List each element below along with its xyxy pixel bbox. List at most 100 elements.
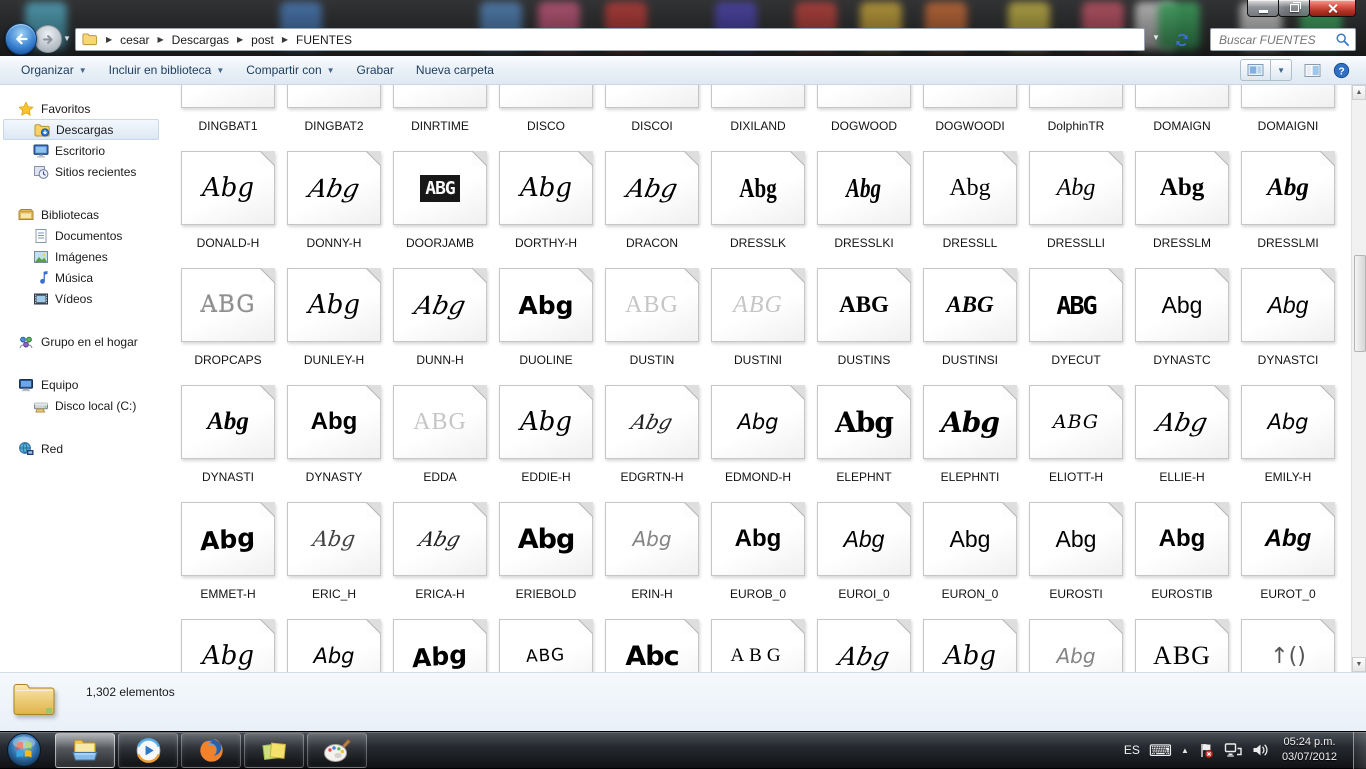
font-file-label[interactable]: DYECUT bbox=[1023, 353, 1129, 367]
font-file-tile[interactable]: Abg bbox=[923, 385, 1017, 459]
sidebar-group-header-grupo-en-el-hogar[interactable]: Grupo en el hogar bbox=[0, 331, 165, 352]
volume-icon[interactable] bbox=[1252, 742, 1269, 758]
scroll-up-button[interactable]: ▲ bbox=[1352, 85, 1366, 100]
vertical-scrollbar[interactable]: ▲ ▼ bbox=[1351, 85, 1366, 672]
font-file-tile[interactable]: Abg bbox=[287, 619, 381, 672]
font-file-tile[interactable]: Abg bbox=[499, 502, 593, 576]
breadcrumb-item-fuentes[interactable]: FUENTES bbox=[296, 33, 352, 47]
sidebar-item-m-sica[interactable]: Música bbox=[3, 267, 159, 288]
font-file-tile[interactable]: ABG bbox=[923, 268, 1017, 342]
font-file-tile[interactable]: Abg bbox=[1241, 502, 1335, 576]
breadcrumb-item-post[interactable]: post bbox=[251, 33, 274, 47]
font-file-label[interactable]: DOGWOOD bbox=[811, 119, 917, 133]
font-file-tile[interactable]: Abg bbox=[605, 502, 699, 576]
font-file-tile[interactable]: ABG bbox=[499, 619, 593, 672]
font-file-tile[interactable]: ABG bbox=[1135, 619, 1229, 672]
font-file-label[interactable]: DUOLINE bbox=[493, 353, 599, 367]
font-file-label[interactable]: DRESSLM bbox=[1129, 236, 1235, 250]
font-file-label[interactable]: DUSTIN bbox=[599, 353, 705, 367]
font-file-tile[interactable]: Abg bbox=[393, 619, 487, 672]
help-button[interactable]: ? bbox=[1333, 62, 1350, 79]
hidden-icons-arrow[interactable]: ▲ bbox=[1181, 746, 1189, 755]
address-bar[interactable]: ▶ cesar ▶ Descargas ▶ post ▶ FUENTES bbox=[75, 28, 1145, 51]
font-file-tile[interactable]: Abg bbox=[817, 502, 911, 576]
font-file-tile[interactable]: Abg bbox=[1241, 385, 1335, 459]
toolbar-button-nueva-carpeta[interactable]: Nueva carpeta bbox=[405, 59, 505, 81]
font-file-label[interactable]: DONNY-H bbox=[281, 236, 387, 250]
show-desktop-button[interactable] bbox=[1353, 731, 1366, 769]
font-file-label[interactable]: DRESSLK bbox=[705, 236, 811, 250]
network-icon[interactable] bbox=[1224, 742, 1243, 758]
font-file-label[interactable]: EMILY-H bbox=[1235, 470, 1341, 484]
font-file-tile[interactable]: Abg bbox=[711, 385, 805, 459]
font-file-tile[interactable]: ABG bbox=[393, 385, 487, 459]
font-file-label[interactable]: EDDIE-H bbox=[493, 470, 599, 484]
font-file-tile[interactable]: Abg bbox=[1135, 268, 1229, 342]
font-file-label[interactable]: DUSTINSI bbox=[917, 353, 1023, 367]
font-file-label[interactable]: DUSTINI bbox=[705, 353, 811, 367]
breadcrumb-item-descargas[interactable]: Descargas bbox=[172, 33, 229, 47]
font-file-tile[interactable]: Abg bbox=[711, 151, 805, 225]
font-file-tile[interactable]: ABG bbox=[1029, 268, 1123, 342]
font-file-label[interactable]: ERIEBOLD bbox=[493, 587, 599, 601]
font-file-tile[interactable]: Abg bbox=[711, 502, 805, 576]
sidebar-item-escritorio[interactable]: Escritorio bbox=[3, 140, 159, 161]
sidebar-item-descargas[interactable]: Descargas bbox=[3, 119, 159, 140]
font-file-tile[interactable] bbox=[1135, 85, 1229, 108]
font-file-tile[interactable]: Abg bbox=[923, 502, 1017, 576]
font-file-label[interactable]: ELEPHNTI bbox=[917, 470, 1023, 484]
search-icon[interactable] bbox=[1335, 32, 1355, 47]
font-file-label[interactable]: EDGRTN-H bbox=[599, 470, 705, 484]
font-file-tile[interactable]: Abg bbox=[287, 151, 381, 225]
minimize-button[interactable] bbox=[1247, 0, 1279, 17]
font-file-tile[interactable]: Abg bbox=[393, 268, 487, 342]
font-file-tile[interactable] bbox=[1029, 85, 1123, 108]
font-file-label[interactable]: DINRTIME bbox=[387, 119, 493, 133]
scrollbar-thumb[interactable] bbox=[1354, 255, 1366, 352]
font-file-label[interactable]: DRESSLL bbox=[917, 236, 1023, 250]
font-file-tile[interactable] bbox=[393, 85, 487, 108]
font-file-label[interactable]: ELLIE-H bbox=[1129, 470, 1235, 484]
views-dropdown-icon[interactable]: ▼ bbox=[1270, 60, 1291, 80]
font-file-label[interactable]: DIXILAND bbox=[705, 119, 811, 133]
taskbar-button-media-player[interactable] bbox=[118, 732, 178, 768]
sidebar-item-v-deos[interactable]: Vídeos bbox=[3, 288, 159, 309]
font-file-label[interactable]: DOORJAMB bbox=[387, 236, 493, 250]
font-file-tile[interactable] bbox=[605, 85, 699, 108]
font-file-label[interactable]: DINGBAT2 bbox=[281, 119, 387, 133]
breadcrumb-item-cesar[interactable]: cesar bbox=[120, 33, 149, 47]
font-file-label[interactable]: DISCO bbox=[493, 119, 599, 133]
font-file-label[interactable]: DROPCAPS bbox=[175, 353, 281, 367]
font-file-tile[interactable]: Abg bbox=[1029, 151, 1123, 225]
font-file-label[interactable]: ELEPHNT bbox=[811, 470, 917, 484]
font-file-label[interactable]: DONALD-H bbox=[175, 236, 281, 250]
font-file-label[interactable]: ERICA-H bbox=[387, 587, 493, 601]
sidebar-item-im-genes[interactable]: Imágenes bbox=[3, 246, 159, 267]
sidebar-item-disco-local-c[interactable]: Disco local (C:) bbox=[3, 395, 159, 416]
font-file-label[interactable]: DOGWOODI bbox=[917, 119, 1023, 133]
font-file-tile[interactable]: Abg bbox=[605, 385, 699, 459]
sidebar-item-documentos[interactable]: Documentos bbox=[3, 225, 159, 246]
start-button[interactable] bbox=[5, 731, 43, 769]
font-file-label[interactable]: EURON_0 bbox=[917, 587, 1023, 601]
taskbar-button-explorer[interactable] bbox=[55, 732, 115, 768]
language-indicator[interactable]: ES bbox=[1124, 743, 1140, 757]
font-file-tile[interactable]: Abg bbox=[923, 619, 1017, 672]
font-file-tile[interactable]: Abg bbox=[923, 151, 1017, 225]
taskbar-button-paint[interactable] bbox=[307, 732, 367, 768]
font-file-tile[interactable]: ABG bbox=[1029, 385, 1123, 459]
font-file-label[interactable]: DYNASTI bbox=[175, 470, 281, 484]
font-file-label[interactable]: EUROI_0 bbox=[811, 587, 917, 601]
font-file-label[interactable]: DYNASTCI bbox=[1235, 353, 1341, 367]
font-file-label[interactable]: ELIOTT-H bbox=[1023, 470, 1129, 484]
font-file-tile[interactable] bbox=[181, 85, 275, 108]
font-file-tile[interactable]: Abg bbox=[181, 151, 275, 225]
back-button[interactable] bbox=[5, 23, 37, 55]
font-file-tile[interactable]: Abg bbox=[499, 268, 593, 342]
font-file-tile[interactable]: ABG bbox=[181, 268, 275, 342]
toolbar-button-compartir-con[interactable]: Compartir con ▼ bbox=[235, 59, 345, 81]
font-file-tile[interactable]: ABG bbox=[393, 151, 487, 225]
font-file-tile[interactable]: Abg bbox=[181, 619, 275, 672]
font-file-label[interactable]: DRESSLKI bbox=[811, 236, 917, 250]
change-view-button[interactable]: ▼ bbox=[1240, 59, 1292, 81]
